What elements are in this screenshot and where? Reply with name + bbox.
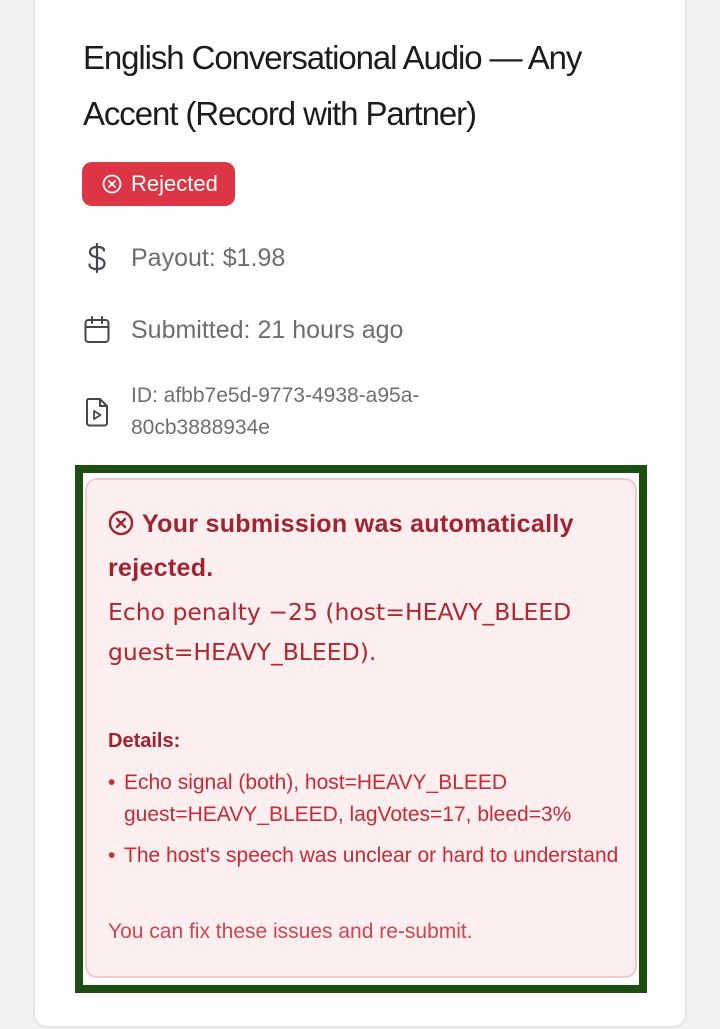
list-item: • The host's speech was unclear or hard t… — [108, 844, 619, 867]
status-badge: Rejected — [82, 162, 235, 206]
payout-row: Payout: $1.98 — [82, 238, 285, 278]
resubmit-note: You can fix these issues and re-submit. — [108, 920, 473, 943]
details-list: • Echo signal (both), host=HEAVY_BLEED gu… — [108, 767, 628, 881]
detail-text: The host's speech was unclear or hard to… — [124, 844, 619, 867]
x-circle-icon — [102, 174, 122, 194]
rejection-heading: Your submission was automatically reject… — [108, 504, 608, 588]
status-badge-label: Rejected — [131, 171, 218, 196]
rejection-reason: Echo penalty −25 (host=HEAVY_BLEED guest… — [108, 598, 572, 666]
submission-id: ID: afbb7e5d-9773-4938-a95a-80cb3888934e — [131, 384, 420, 439]
detail-text: Echo signal (both), host=HEAVY_BLEED gue… — [124, 771, 572, 826]
details-label: Details: — [108, 730, 181, 752]
submitted-row: Submitted: 21 hours ago — [82, 310, 403, 350]
calendar-icon — [82, 315, 112, 345]
submitted-text: Submitted: 21 hours ago — [131, 315, 404, 344]
dollar-sign-icon — [82, 242, 112, 274]
id-row: ID: afbb7e5d-9773-4938-a95a-80cb3888934e — [82, 380, 421, 444]
file-video-icon — [82, 396, 112, 428]
rejection-heading-text: Your submission was automatically reject… — [108, 510, 574, 582]
payout-text: Payout: $1.98 — [131, 243, 286, 272]
list-item: • Echo signal (both), host=HEAVY_BLEED gu… — [108, 771, 572, 826]
task-title: English Conversational Audio — Any Accen… — [83, 39, 582, 132]
x-circle-icon — [108, 508, 134, 548]
